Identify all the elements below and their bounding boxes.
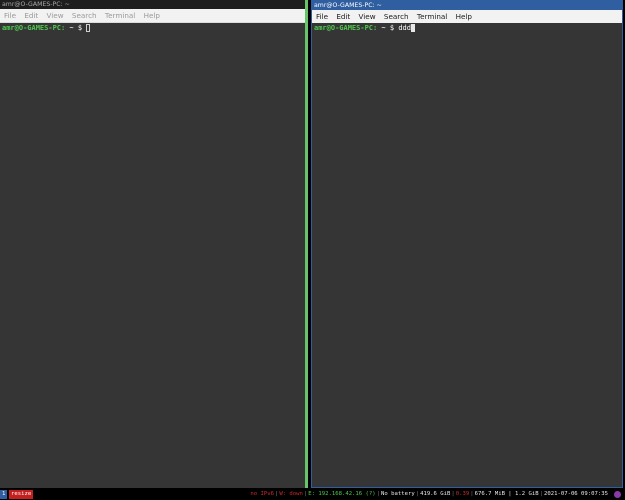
- tray-app-icon[interactable]: [614, 491, 621, 498]
- prompt-symbol: $: [385, 24, 399, 32]
- status-items: no IPv6|W: down|E: 192.168.42.16 (?)|No …: [249, 489, 609, 500]
- ethernet-status: E: 192.168.42.16 (?): [308, 491, 376, 497]
- datetime-status: 2021-07-06 09:07:35: [544, 491, 608, 497]
- menu-file[interactable]: File: [313, 10, 331, 23]
- prompt-path: ~: [65, 24, 74, 32]
- prompt-line: amr@O-GAMES-PC: ~ $: [0, 23, 307, 33]
- window-title-right: amr@O-GAMES-PC: ~: [312, 1, 622, 10]
- terminal-window-right[interactable]: amr@O-GAMES-PC: ~ File Edit View Search …: [311, 0, 623, 488]
- menu-search[interactable]: Search: [381, 10, 412, 23]
- ipv6-status: no IPv6: [250, 491, 274, 497]
- menu-view[interactable]: View: [356, 10, 379, 23]
- prompt-path: ~: [377, 24, 386, 32]
- window-split-divider[interactable]: [305, 0, 308, 488]
- menu-search[interactable]: Search: [69, 9, 100, 22]
- menu-terminal[interactable]: Terminal: [102, 9, 138, 22]
- menu-help[interactable]: Help: [453, 10, 475, 23]
- memory-status: 676.7 MiB | 1.2 GiB: [474, 491, 539, 497]
- typed-text: ddd: [398, 24, 411, 32]
- menubar-right: File Edit View Search Terminal Help: [312, 10, 622, 24]
- disk-status: 419.6 GiB: [420, 491, 451, 497]
- menu-edit[interactable]: Edit: [21, 9, 41, 22]
- menu-edit[interactable]: Edit: [333, 10, 353, 23]
- binding-mode-indicator: resize: [9, 490, 34, 499]
- text-cursor: [86, 24, 91, 32]
- wireless-status: W: down: [279, 491, 303, 497]
- window-title-left: amr@O-GAMES-PC: ~: [0, 0, 307, 9]
- menu-file[interactable]: File: [1, 9, 19, 22]
- menu-help[interactable]: Help: [141, 9, 163, 22]
- load-status: 0.39: [455, 491, 470, 497]
- terminal-window-left[interactable]: amr@O-GAMES-PC: ~ File Edit View Search …: [0, 0, 307, 488]
- menubar-left: File Edit View Search Terminal Help: [0, 9, 307, 23]
- prompt-user: amr@O-GAMES-PC:: [314, 24, 378, 32]
- text-cursor: [410, 24, 415, 32]
- status-bar: 1 resize no IPv6|W: down|E: 192.168.42.1…: [0, 489, 625, 500]
- terminal-area-left[interactable]: amr@O-GAMES-PC: ~ $: [0, 23, 307, 488]
- menu-terminal[interactable]: Terminal: [414, 10, 450, 23]
- prompt-symbol: $: [73, 24, 87, 32]
- terminal-area-right[interactable]: amr@O-GAMES-PC: ~ $ ddd: [312, 23, 622, 487]
- workspace-button[interactable]: 1: [0, 490, 8, 499]
- prompt-user: amr@O-GAMES-PC:: [2, 24, 66, 32]
- battery-status: No battery: [381, 491, 415, 497]
- menu-view[interactable]: View: [44, 9, 67, 22]
- prompt-line: amr@O-GAMES-PC: ~ $ ddd: [312, 23, 622, 33]
